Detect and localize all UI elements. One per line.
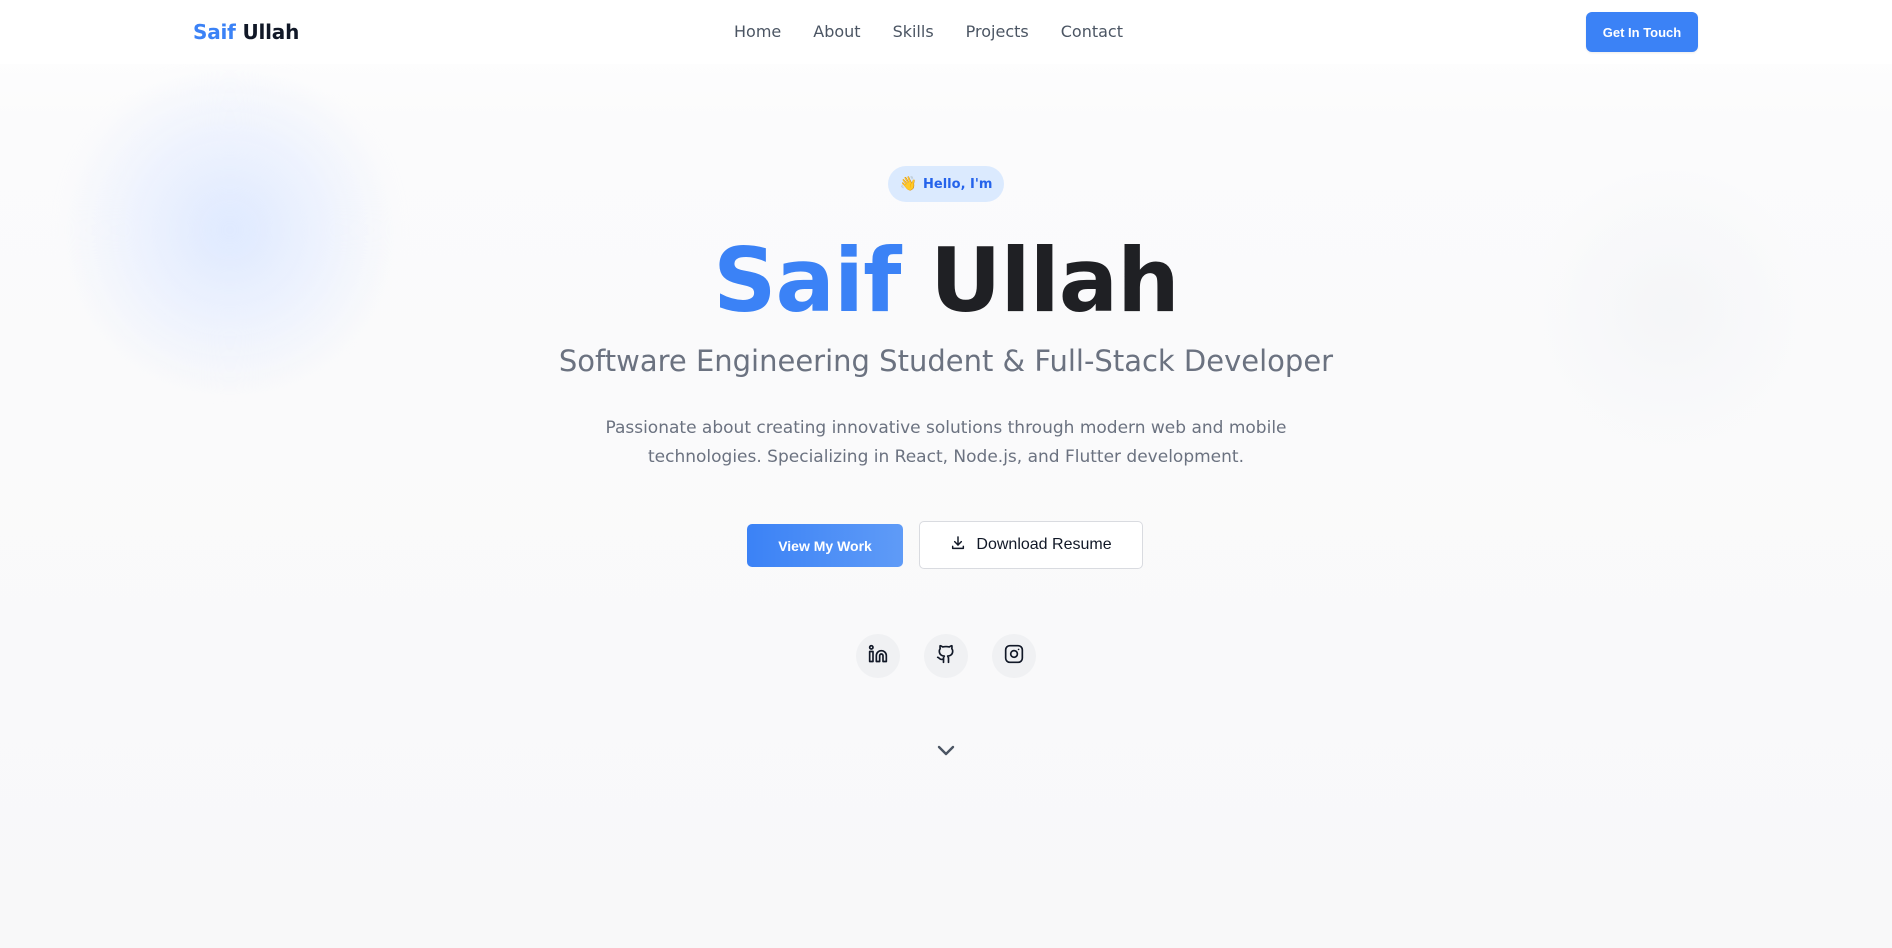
view-my-work-button[interactable]: View My Work <box>747 524 903 567</box>
download-icon <box>950 535 966 556</box>
hello-badge: 👋 Hello, I'm <box>888 166 1004 202</box>
page: Saif Ullah Home About Skills Projects Co… <box>0 0 1892 948</box>
download-resume-label: Download Resume <box>976 536 1112 553</box>
brand-logo[interactable]: Saif Ullah <box>193 20 299 44</box>
nav-link-skills[interactable]: Skills <box>893 22 934 41</box>
social-links <box>856 634 1036 678</box>
nav-link-home[interactable]: Home <box>734 22 781 41</box>
linkedin-icon <box>868 644 888 668</box>
chevron-down-icon <box>934 738 958 766</box>
hero-title-first-name: Saif <box>713 229 901 332</box>
linkedin-link[interactable] <box>856 634 900 678</box>
get-in-touch-button[interactable]: Get In Touch <box>1586 12 1698 52</box>
nav-link-projects[interactable]: Projects <box>966 22 1029 41</box>
wave-emoji-icon: 👋 <box>899 176 918 192</box>
github-link[interactable] <box>924 634 968 678</box>
hero-description: Passionate about creating innovative sol… <box>605 418 1287 467</box>
navbar: Saif Ullah Home About Skills Projects Co… <box>0 0 1892 64</box>
scroll-down-button[interactable] <box>932 740 960 764</box>
brand-first-name: Saif <box>193 20 236 44</box>
brand-last-name: Ullah <box>242 20 300 44</box>
github-icon <box>936 644 956 668</box>
hero-title-last-name: Ullah <box>930 229 1180 332</box>
download-resume-button[interactable]: Download Resume <box>919 521 1143 569</box>
hero-title: Saif Ullah <box>0 226 1892 336</box>
nav-link-contact[interactable]: Contact <box>1061 22 1123 41</box>
nav-link-about[interactable]: About <box>813 22 860 41</box>
instagram-link[interactable] <box>992 634 1036 678</box>
instagram-icon <box>1004 644 1024 668</box>
hello-badge-text: Hello, I'm <box>923 176 993 192</box>
hero-subtitle: Software Engineering Student & Full-Stac… <box>558 344 1334 378</box>
nav-links: Home About Skills Projects Contact <box>734 22 1155 41</box>
